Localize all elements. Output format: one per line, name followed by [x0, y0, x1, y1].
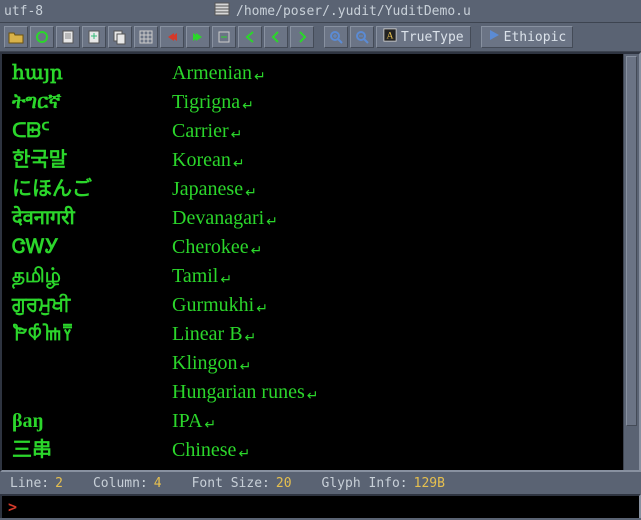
language-name: Carrier↵ [172, 118, 242, 147]
record-button[interactable] [30, 26, 54, 48]
newline-icon: ↵ [204, 412, 216, 439]
script-selector[interactable]: Ethiopic [481, 26, 574, 48]
file-path: /home/poser/.yudit/YuditDemo.u [214, 2, 471, 20]
document-button[interactable] [56, 26, 80, 48]
language-name: Gurmukhi↵ [172, 292, 268, 321]
native-script: にほんご [12, 176, 172, 205]
text-line: 한국말Korean↵ [12, 147, 631, 176]
script-selector-label: Ethiopic [504, 30, 567, 45]
language-name: Klingon↵ [172, 350, 251, 379]
grid-button[interactable] [134, 26, 158, 48]
text-line: ትግርኛTigrigna↵ [12, 89, 631, 118]
zoom-out-button[interactable] [350, 26, 374, 48]
copy-doc-button[interactable] [108, 26, 132, 48]
language-name: Hungarian runes↵ [172, 379, 318, 408]
next-button[interactable] [290, 26, 314, 48]
undo-button[interactable] [160, 26, 184, 48]
newline-icon: ↵ [266, 209, 278, 236]
text-line: Hungarian runes↵ [12, 379, 631, 408]
native-script: देवनागरी [12, 205, 172, 234]
font-selector-label: TrueType [401, 30, 464, 45]
newline-icon: ↵ [256, 296, 268, 323]
svg-text:A: A [387, 31, 394, 42]
column-value: 4 [154, 476, 162, 491]
text-line: 三串Chinese↵ [12, 437, 631, 466]
redo-button[interactable] [186, 26, 210, 48]
glyph-value: 129B [414, 476, 445, 491]
vertical-scrollbar[interactable] [623, 54, 639, 470]
editor-area[interactable]: հայրArmenian↵ትግርኛTigrigna↵ᑕᗸᑦCarrier↵한국말… [0, 52, 641, 472]
fontsize-label: Font Size: [192, 476, 270, 491]
zoom-in-button[interactable] [324, 26, 348, 48]
language-name: Tigrigna↵ [172, 89, 254, 118]
newline-icon: ↵ [245, 325, 257, 352]
line-value: 2 [55, 476, 63, 491]
newline-icon: ↵ [231, 122, 243, 149]
status-bar: Line: 2 Column: 4 Font Size: 20 Glyph In… [0, 472, 641, 494]
wrap-button[interactable] [212, 26, 236, 48]
native-script: ትግርኛ [12, 89, 172, 118]
newline-icon: ↵ [245, 180, 257, 207]
native-script [12, 379, 172, 408]
text-line: देवनागरीDevanagari↵ [12, 205, 631, 234]
language-name: Cherokee↵ [172, 234, 262, 263]
newline-icon: ↵ [242, 93, 254, 120]
native-script: ᏣᎳᎩ [12, 234, 172, 263]
native-script: தமிழ் [12, 263, 172, 292]
font-selector[interactable]: A TrueType [376, 26, 471, 48]
play-icon [488, 29, 500, 45]
titlebar: utf-8 /home/poser/.yudit/YuditDemo.u [0, 0, 641, 22]
newline-icon: ↵ [254, 64, 266, 91]
encoding-label: utf-8 [4, 4, 214, 19]
text-line: にほんごJapanese↵ [12, 176, 631, 205]
newline-icon: ↵ [240, 354, 252, 381]
line-label: Line: [10, 476, 49, 491]
prev-button[interactable] [264, 26, 288, 48]
text-line: Klingon↵ [12, 350, 631, 379]
language-name: Linear B↵ [172, 321, 256, 350]
open-folder-button[interactable] [4, 26, 28, 48]
file-path-text: /home/poser/.yudit/YuditDemo.u [236, 4, 471, 19]
prev-page-button[interactable] [238, 26, 262, 48]
language-name: IPA↵ [172, 408, 216, 437]
native-script [12, 350, 172, 379]
newline-icon: ↵ [220, 267, 232, 294]
text-line: தமிழ்Tamil↵ [12, 263, 631, 292]
language-name: Japanese↵ [172, 176, 257, 205]
language-name: Tamil↵ [172, 263, 232, 292]
native-script: βaŋ [12, 408, 172, 437]
font-icon: A [383, 28, 397, 46]
fontsize-value: 20 [276, 476, 292, 491]
scrollbar-thumb[interactable] [626, 56, 637, 426]
language-name: Devanagari↵ [172, 205, 278, 234]
toolbar: A TrueType Ethiopic [0, 22, 641, 52]
native-script: ਗੁਰਮੁਖੀ [12, 292, 172, 321]
column-label: Column: [93, 476, 148, 491]
native-script: 한국말 [12, 147, 172, 176]
text-line: ᑕᗸᑦCarrier↵ [12, 118, 631, 147]
file-icon [214, 2, 230, 20]
language-name: Chinese↵ [172, 437, 250, 466]
text-line: 𐁂𐀶𐀎𐀙Linear B↵ [12, 321, 631, 350]
text-content: հայրArmenian↵ትግርኛTigrigna↵ᑕᗸᑦCarrier↵한국말… [2, 54, 639, 472]
command-prompt: > [8, 498, 17, 516]
native-script: 三串 [12, 437, 172, 466]
text-line: βaŋIPA↵ [12, 408, 631, 437]
text-line: հայրArmenian↵ [12, 60, 631, 89]
newline-icon: ↵ [307, 383, 319, 410]
native-script: 𐁂𐀶𐀎𐀙 [12, 321, 172, 350]
language-name: Armenian↵ [172, 60, 266, 89]
native-script: հայր [12, 60, 172, 89]
new-doc-button[interactable] [82, 26, 106, 48]
native-script: ᑕᗸᑦ [12, 118, 172, 147]
glyph-label: Glyph Info: [322, 476, 408, 491]
newline-icon: ↵ [233, 151, 245, 178]
newline-icon: ↵ [251, 238, 263, 265]
text-line: ਗੁਰਮੁਖੀGurmukhi↵ [12, 292, 631, 321]
command-line[interactable]: > [0, 494, 641, 518]
newline-icon: ↵ [238, 441, 250, 468]
language-name: Korean↵ [172, 147, 245, 176]
text-line: ᏣᎳᎩCherokee↵ [12, 234, 631, 263]
